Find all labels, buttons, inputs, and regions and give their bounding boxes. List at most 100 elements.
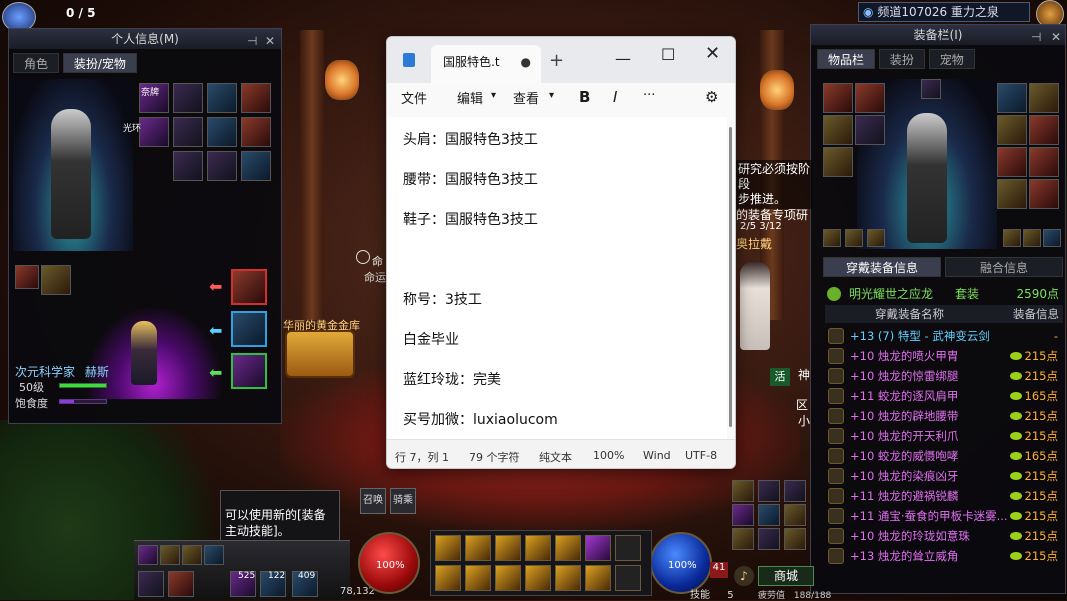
settings-gear-icon[interactable]: ⚙: [705, 88, 718, 106]
avatar-slot[interactable]: [241, 83, 271, 113]
italic-icon[interactable]: I: [613, 88, 617, 106]
gold-chest[interactable]: [285, 330, 355, 378]
equip-row[interactable]: +11 通宝·蚕食的甲板卡迷雾... 215点: [826, 506, 1062, 526]
skill-slot[interactable]: [465, 535, 491, 561]
skill-slot[interactable]: [465, 565, 491, 591]
equip-slot[interactable]: [1029, 147, 1059, 177]
equip-slot[interactable]: [823, 147, 853, 177]
quick-icon[interactable]: [732, 528, 754, 550]
avatar-slot[interactable]: [241, 151, 271, 181]
equip-slot-small[interactable]: [1003, 229, 1021, 247]
equip-slot-small[interactable]: [1043, 229, 1061, 247]
tab-pet[interactable]: 宠物: [928, 49, 975, 69]
pet-slot[interactable]: [41, 265, 71, 295]
minimize-icon[interactable]: —: [615, 49, 631, 68]
tab-avatar-pet[interactable]: 装扮/宠物: [62, 53, 137, 73]
tab-equip-info[interactable]: 穿戴装备信息: [823, 257, 941, 277]
market-button[interactable]: 商城: [758, 566, 814, 586]
equip-slot[interactable]: [921, 79, 941, 99]
avatar-slot[interactable]: [207, 151, 237, 181]
equip-row[interactable]: +13 烛龙的耸立威角 215点: [826, 546, 1062, 566]
maximize-icon[interactable]: ☐: [661, 45, 675, 64]
equip-slot[interactable]: [997, 83, 1027, 113]
buff-icon[interactable]: [182, 545, 202, 565]
buff-icon[interactable]: [138, 545, 158, 565]
equip-row[interactable]: +10 烛龙的辟地腰带 215点: [826, 406, 1062, 426]
equip-row[interactable]: +10 烛龙的开天利爪 215点: [826, 426, 1062, 446]
quick-icon[interactable]: [732, 480, 754, 502]
equip-title-bar[interactable]: 装备栏(I) ⊣ ✕: [811, 25, 1065, 45]
pin-icon[interactable]: ⊣: [247, 31, 257, 51]
skill-slot[interactable]: [555, 565, 581, 591]
avatar-slot[interactable]: [173, 83, 203, 113]
notepad-tab[interactable]: 国服特色.t ●: [431, 45, 541, 83]
channel-label[interactable]: ◉ 频道107026 重力之泉: [858, 2, 1030, 22]
pet-equip-slot[interactable]: [231, 269, 267, 305]
close-icon[interactable]: ✕: [265, 31, 275, 51]
skill-slot[interactable]: [555, 535, 581, 561]
equip-slot[interactable]: [997, 147, 1027, 177]
menu-view[interactable]: 查看: [513, 88, 539, 107]
equip-slot[interactable]: [1029, 115, 1059, 145]
skill-slot[interactable]: [495, 565, 521, 591]
quick-icon[interactable]: [784, 528, 806, 550]
equip-slot-small[interactable]: [1023, 229, 1041, 247]
equip-slot[interactable]: [823, 115, 853, 145]
unsaved-dot-icon[interactable]: ●: [521, 45, 531, 79]
quick-icon[interactable]: [784, 504, 806, 526]
skill-slot[interactable]: [585, 565, 611, 591]
equip-slot-small[interactable]: [845, 229, 863, 247]
equip-row[interactable]: +10 烛龙的惊雷绑腿 215点: [826, 366, 1062, 386]
equip-slot[interactable]: [855, 115, 885, 145]
avatar-slot[interactable]: [173, 151, 203, 181]
avatar-slot[interactable]: [173, 117, 203, 147]
skill-slot[interactable]: [615, 535, 641, 561]
pin-icon[interactable]: ⊣: [1031, 27, 1041, 47]
profile-title-bar[interactable]: 个人信息(M) ⊣ ✕: [9, 29, 281, 49]
bell-icon[interactable]: ♪: [734, 566, 754, 586]
equip-row[interactable]: +10 烛龙的玲珑如意珠 215点: [826, 526, 1062, 546]
equip-slot[interactable]: [1029, 83, 1059, 113]
tab-avatar[interactable]: 装扮: [878, 49, 925, 69]
equip-slot[interactable]: [997, 115, 1027, 145]
equip-row[interactable]: +10 蛟龙的威慑咆哮 165点: [826, 446, 1062, 466]
bold-icon[interactable]: B: [579, 88, 590, 106]
pet-slot[interactable]: [15, 265, 39, 289]
equip-slot[interactable]: [1029, 179, 1059, 209]
avatar-slot[interactable]: [207, 117, 237, 147]
buff-icon[interactable]: [204, 545, 224, 565]
skill-slot[interactable]: [525, 565, 551, 591]
scrollbar[interactable]: [729, 127, 732, 427]
close-icon[interactable]: ✕: [1051, 27, 1061, 47]
quick-icon[interactable]: [758, 504, 780, 526]
equip-slot[interactable]: [855, 83, 885, 113]
quick-icon[interactable]: [784, 480, 806, 502]
more-icon[interactable]: ···: [643, 88, 655, 103]
summon-button[interactable]: 召唤: [360, 488, 386, 514]
quick-item[interactable]: [168, 571, 194, 597]
equip-row[interactable]: +13 (7) 特型 - 武神变云剑 -: [826, 326, 1062, 346]
equip-slot[interactable]: [823, 83, 853, 113]
skill-slot[interactable]: [525, 535, 551, 561]
quick-item[interactable]: [138, 571, 164, 597]
quick-icon[interactable]: [758, 480, 780, 502]
equip-row[interactable]: +11 蛟龙的逐风肩甲 165点: [826, 386, 1062, 406]
equip-row[interactable]: +10 烛龙的染痕凶牙 215点: [826, 466, 1062, 486]
tab-fusion-info[interactable]: 融合信息: [945, 257, 1063, 277]
avatar-slot[interactable]: [139, 117, 169, 147]
skill-slot[interactable]: [435, 535, 461, 561]
equip-slot-small[interactable]: [823, 229, 841, 247]
pet-equip-slot[interactable]: [231, 311, 267, 347]
pet-equip-slot[interactable]: [231, 353, 267, 389]
new-tab-icon[interactable]: +: [549, 50, 564, 71]
menu-file[interactable]: 文件: [401, 88, 427, 107]
skill-slot[interactable]: [585, 535, 611, 561]
avatar-slot[interactable]: [241, 117, 271, 147]
menu-edit[interactable]: 编辑: [457, 88, 483, 107]
buff-icon[interactable]: [160, 545, 180, 565]
avatar-slot[interactable]: [207, 83, 237, 113]
skill-slot[interactable]: [615, 565, 641, 591]
quick-icon[interactable]: [732, 504, 754, 526]
ride-button[interactable]: 骑乘: [390, 488, 416, 514]
close-icon[interactable]: ✕: [705, 43, 720, 64]
